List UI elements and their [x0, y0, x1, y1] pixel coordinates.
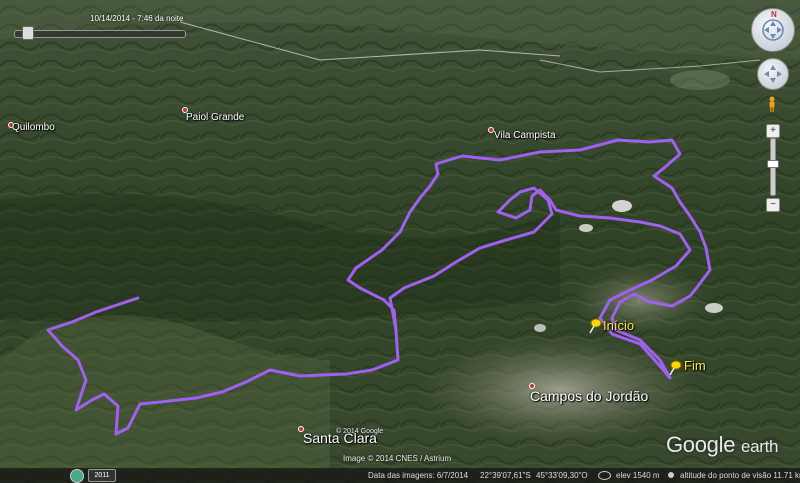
- place-label-vila-campista[interactable]: Vila Campista: [494, 130, 556, 141]
- zoom-in-button[interactable]: +: [766, 124, 780, 138]
- time-slider-handle[interactable]: [22, 26, 34, 40]
- streaming-indicator-icon: [668, 472, 674, 478]
- eye-altitude-readout: altitude do ponto de visão 11.71 km: [680, 471, 800, 480]
- placemark-label-end[interactable]: Fim: [684, 358, 706, 373]
- place-label-quilombo[interactable]: Quilombo: [12, 122, 55, 133]
- google-copyright: © 2014 Google: [336, 428, 384, 435]
- logo-word-earth: earth: [740, 437, 779, 456]
- street-view-pegman-icon[interactable]: [767, 96, 777, 112]
- satellite-terrain-map[interactable]: [0, 0, 800, 483]
- historical-imagery-icon[interactable]: [70, 469, 84, 483]
- zoom-out-button[interactable]: −: [766, 198, 780, 212]
- place-label-campos-do-jordao[interactable]: Campos do Jordão: [530, 388, 648, 404]
- elevation-readout: elev 1540 m: [616, 471, 660, 480]
- latitude-readout: 22°39'07,61"S: [480, 471, 531, 480]
- placemark-label-start[interactable]: Início: [603, 318, 634, 333]
- eye-icon: [598, 471, 611, 480]
- longitude-readout: 45°33'09,30"O: [536, 471, 588, 480]
- time-slider[interactable]: 10/14/2014 - 7:46 da noite: [8, 10, 186, 40]
- pan-control[interactable]: [757, 58, 789, 90]
- imagery-credit: Image © 2014 CNES / Astrium: [343, 454, 452, 463]
- navigation-compass[interactable]: N: [751, 8, 795, 52]
- time-slider-date: 10/14/2014 - 7:46 da noite: [90, 14, 184, 23]
- google-earth-logo: Google earth: [666, 432, 779, 458]
- zoom-slider-knob[interactable]: [767, 160, 779, 168]
- imagery-date: Data das imagens: 6/7/2014: [368, 471, 469, 480]
- time-slider-track[interactable]: [14, 30, 186, 38]
- status-bar: 2011 Data das imagens: 6/7/2014 22°39'07…: [0, 468, 800, 483]
- move-arrows-icon[interactable]: [763, 64, 783, 84]
- pushpin-icon[interactable]: [588, 318, 602, 334]
- logo-word-google: Google: [666, 432, 736, 457]
- imagery-year-badge[interactable]: 2011: [88, 469, 116, 482]
- place-label-paiol-grande[interactable]: Paiol Grande: [186, 112, 244, 123]
- pushpin-icon[interactable]: [668, 360, 682, 376]
- look-around-icon[interactable]: [761, 18, 785, 42]
